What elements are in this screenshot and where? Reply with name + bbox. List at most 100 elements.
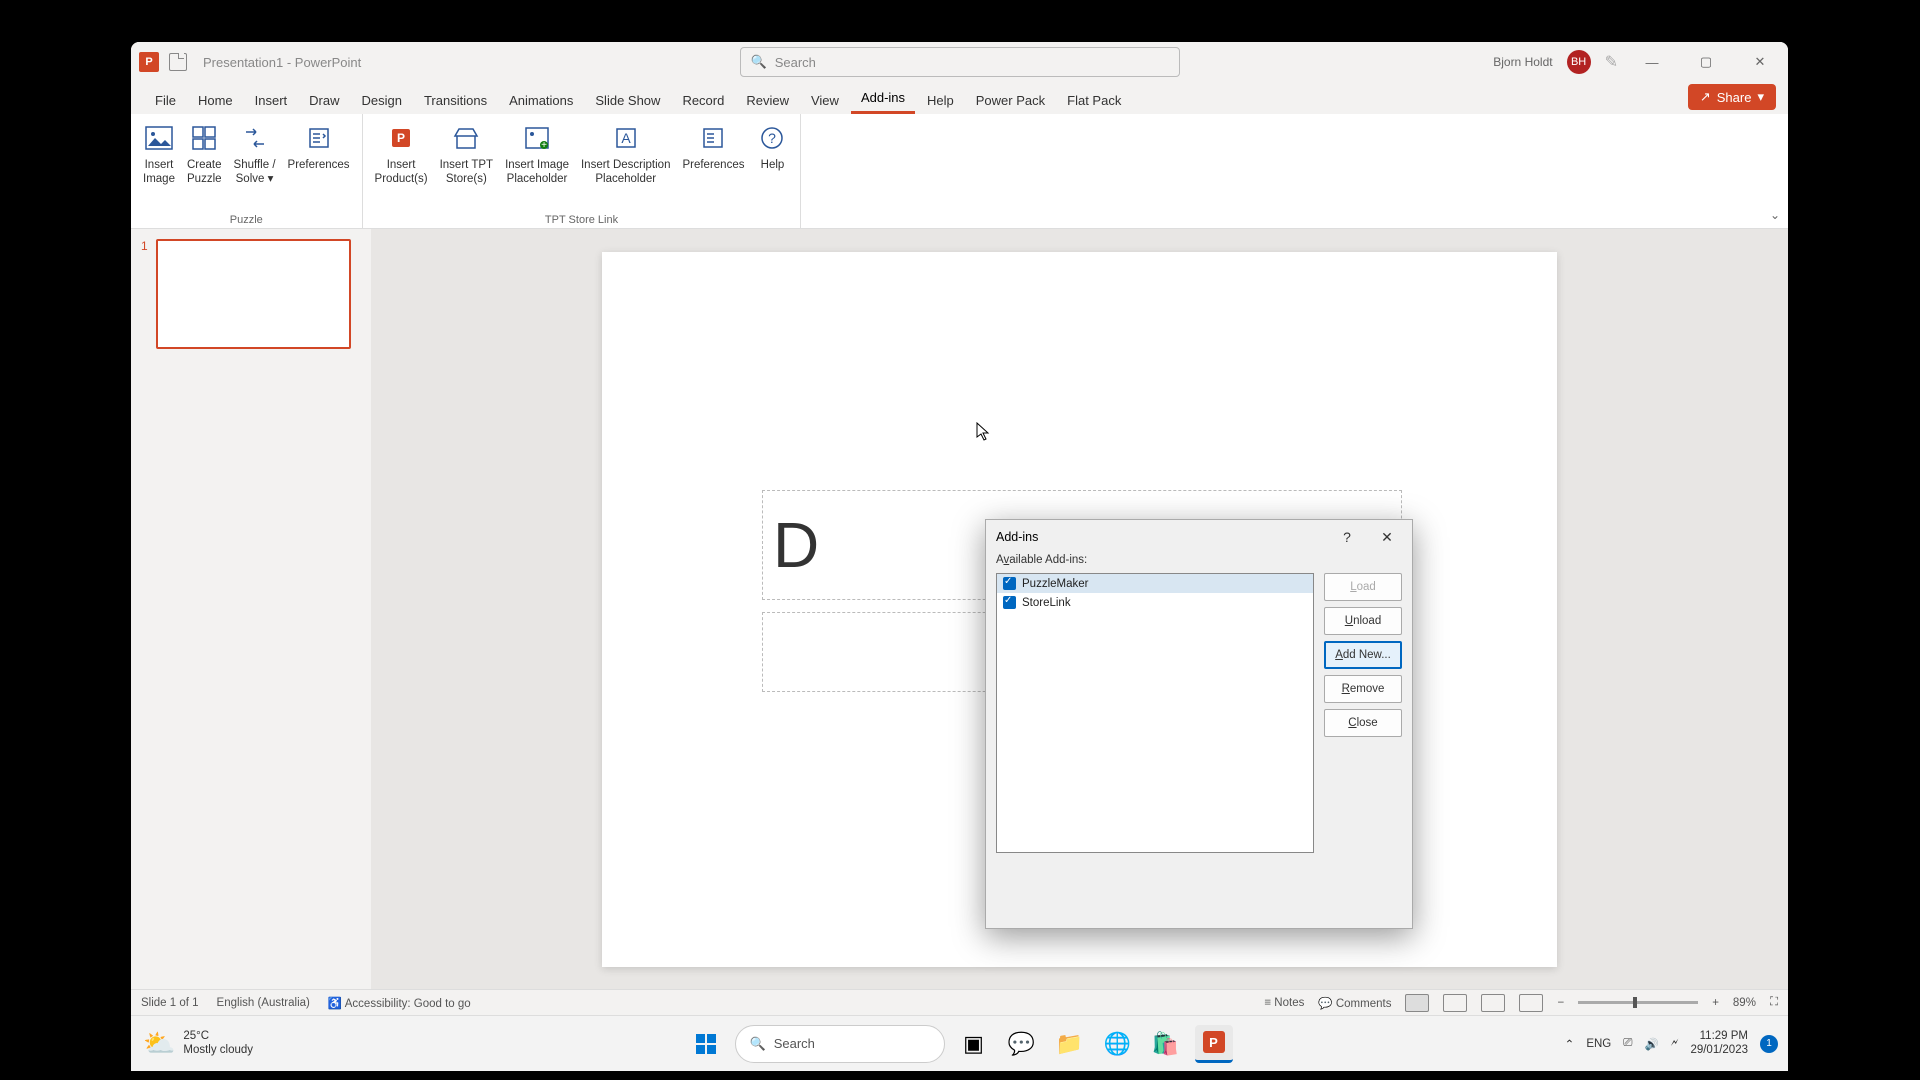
slideshow-view-button[interactable] (1519, 994, 1543, 1012)
slide-counter[interactable]: Slide 1 of 1 (141, 997, 199, 1009)
tab-transitions[interactable]: Transitions (414, 87, 497, 114)
search-icon: 🔍 (750, 1036, 766, 1052)
dialog-titlebar[interactable]: Add-ins ? ✕ (986, 520, 1412, 554)
addins-listbox[interactable]: PuzzleMaker StoreLink (996, 573, 1314, 853)
available-addins-label: Available Add-ins: (986, 554, 1412, 569)
workspace: 1 D add title btitle Add-ins ? (131, 229, 1788, 989)
battery-icon[interactable]: 🗲 (1671, 1037, 1679, 1050)
remove-button[interactable]: Remove (1324, 675, 1402, 703)
tray-chevron-icon[interactable]: ⌃ (1565, 1037, 1575, 1051)
teams-icon[interactable]: 💬 (1003, 1025, 1041, 1063)
unload-button[interactable]: Unload (1324, 607, 1402, 635)
notes-button[interactable]: ≡ Notes (1264, 997, 1304, 1009)
checkbox-icon[interactable] (1003, 596, 1016, 609)
start-button[interactable] (687, 1025, 725, 1063)
insert-description-placeholder-button[interactable]: A Insert Description Placeholder (577, 120, 674, 212)
weather-temp: 25°C (183, 1030, 253, 1044)
slide-area: D add title btitle Add-ins ? ✕ Availab (371, 229, 1788, 989)
dialog-title-text: Add-ins (996, 530, 1038, 544)
dialog-help-button[interactable]: ? (1332, 524, 1362, 550)
tab-home[interactable]: Home (188, 87, 243, 114)
edge-icon[interactable]: 🌐 (1099, 1025, 1137, 1063)
system-clock[interactable]: 11:29 PM 29/01/2023 (1690, 1030, 1748, 1058)
share-button[interactable]: ↗ Share ▾ (1688, 84, 1776, 110)
search-box[interactable]: 🔍 Search (740, 47, 1180, 77)
fit-to-window-button[interactable]: ⛶ (1770, 996, 1778, 1009)
thumbnail-panel: 1 (131, 229, 371, 989)
store-icon[interactable]: 🛍️ (1147, 1025, 1185, 1063)
tab-addins[interactable]: Add-ins (851, 84, 915, 114)
maximize-button[interactable]: ▢ (1686, 47, 1726, 77)
powerpoint-taskbar-icon[interactable]: P (1195, 1025, 1233, 1063)
tpt-help-button[interactable]: ? Help (752, 120, 792, 212)
explorer-icon[interactable]: 📁 (1051, 1025, 1089, 1063)
slide-thumbnail[interactable] (156, 239, 351, 349)
addins-dialog: Add-ins ? ✕ Available Add-ins: PuzzleMak… (985, 519, 1413, 929)
weather-widget[interactable]: ⛅ 25°C Mostly cloudy (131, 1028, 265, 1059)
preferences-icon (697, 122, 729, 154)
shuffle-solve-button[interactable]: Shuffle / Solve ▾ (230, 120, 280, 212)
statusbar: Slide 1 of 1 English (Australia) ♿ Acces… (131, 989, 1788, 1015)
group-label-tpt: TPT Store Link (371, 212, 793, 226)
tab-slideshow[interactable]: Slide Show (585, 87, 670, 114)
volume-icon[interactable]: 🔊 (1644, 1037, 1658, 1051)
cloud-icon: ⛅ (143, 1028, 175, 1059)
tab-view[interactable]: View (801, 87, 849, 114)
tab-insert[interactable]: Insert (245, 87, 298, 114)
chevron-down-icon: ▾ (268, 173, 274, 185)
addin-item-puzzlemaker[interactable]: PuzzleMaker (997, 574, 1313, 593)
sorter-view-button[interactable] (1443, 994, 1467, 1012)
notification-badge[interactable]: 1 (1760, 1035, 1778, 1053)
close-button[interactable]: ✕ (1740, 47, 1780, 77)
tab-design[interactable]: Design (352, 87, 412, 114)
zoom-in-button[interactable]: + (1712, 997, 1719, 1009)
chevron-down-icon: ▾ (1757, 89, 1764, 105)
addin-item-storelink[interactable]: StoreLink (997, 593, 1313, 612)
insert-products-button[interactable]: P Insert Product(s) (371, 120, 432, 212)
insert-image-button[interactable]: Insert Image (139, 120, 179, 212)
powerpoint-window: P Presentation1 - PowerPoint 🔍 Search Bj… (131, 42, 1788, 1015)
text-placeholder-icon: A (610, 122, 642, 154)
load-button[interactable]: Load (1324, 573, 1402, 601)
product-icon: P (385, 122, 417, 154)
cast-icon[interactable]: ⎚ (1623, 1037, 1632, 1050)
puzzle-preferences-button[interactable]: Preferences (284, 120, 354, 212)
search-icon: 🔍 (751, 54, 767, 70)
language-indicator[interactable]: English (Australia) (217, 997, 310, 1009)
minimize-button[interactable]: — (1632, 47, 1672, 77)
normal-view-button[interactable] (1405, 994, 1429, 1012)
tab-help[interactable]: Help (917, 87, 964, 114)
tpt-preferences-button[interactable]: Preferences (678, 120, 748, 212)
zoom-out-button[interactable]: − (1557, 997, 1564, 1009)
zoom-slider[interactable] (1578, 1001, 1698, 1004)
thumbnail-number: 1 (141, 239, 148, 349)
task-view-button[interactable]: ▣ (955, 1025, 993, 1063)
checkbox-icon[interactable] (1003, 577, 1016, 590)
group-label-puzzle: Puzzle (139, 212, 354, 226)
insert-image-placeholder-button[interactable]: + Insert Image Placeholder (501, 120, 573, 212)
tab-review[interactable]: Review (736, 87, 799, 114)
tab-flatpack[interactable]: Flat Pack (1057, 87, 1131, 114)
reading-view-button[interactable] (1481, 994, 1505, 1012)
save-icon[interactable] (169, 53, 187, 71)
zoom-level[interactable]: 89% (1733, 997, 1756, 1009)
create-puzzle-button[interactable]: Create Puzzle (183, 120, 226, 212)
comments-button[interactable]: 💬 Comments (1318, 996, 1391, 1010)
pen-icon[interactable]: ✎ (1605, 52, 1618, 72)
language-indicator[interactable]: ENG (1586, 1038, 1611, 1050)
tab-file[interactable]: File (145, 87, 186, 114)
avatar[interactable]: BH (1567, 50, 1591, 74)
help-icon: ? (756, 122, 788, 154)
tab-powerpack[interactable]: Power Pack (966, 87, 1055, 114)
insert-tpt-stores-button[interactable]: Insert TPT Store(s) (436, 120, 497, 212)
close-dialog-button[interactable]: Close (1324, 709, 1402, 737)
dialog-close-button[interactable]: ✕ (1372, 524, 1402, 550)
accessibility-status[interactable]: ♿ Accessibility: Good to go (328, 996, 471, 1010)
ribbon-collapse-button[interactable]: ⌄ (1770, 208, 1780, 222)
tab-record[interactable]: Record (672, 87, 734, 114)
taskbar-search[interactable]: 🔍Search (735, 1025, 945, 1063)
tab-draw[interactable]: Draw (299, 87, 349, 114)
user-name: Bjorn Holdt (1493, 55, 1552, 69)
tab-animations[interactable]: Animations (499, 87, 583, 114)
add-new-button[interactable]: Add New... (1324, 641, 1402, 669)
